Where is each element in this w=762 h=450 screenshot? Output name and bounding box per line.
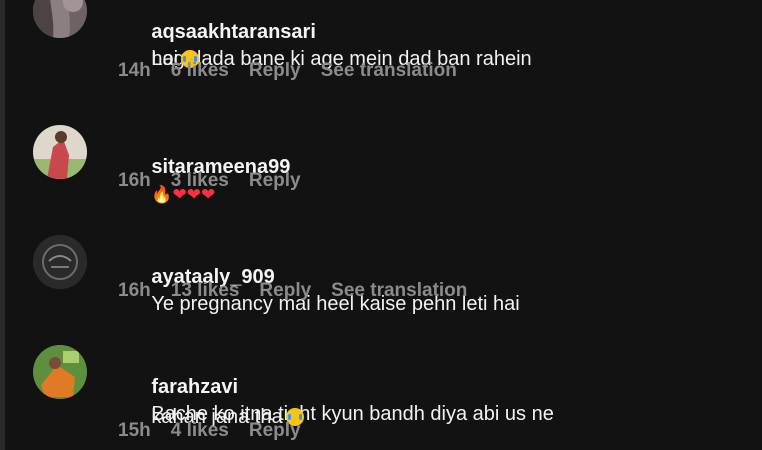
avatar[interactable] bbox=[33, 0, 87, 38]
timestamp: 15h bbox=[118, 420, 151, 441]
likes-count[interactable]: 3 likes bbox=[171, 170, 229, 192]
avatar[interactable] bbox=[33, 125, 87, 179]
timestamp: 14h bbox=[118, 60, 151, 81]
timestamp: 16h bbox=[118, 170, 151, 191]
likes-count[interactable]: 4 likes bbox=[171, 420, 229, 442]
see-translation-button[interactable]: See translation bbox=[321, 60, 457, 82]
reply-button[interactable]: Reply bbox=[259, 280, 311, 302]
see-translation-button[interactable]: See translation bbox=[331, 280, 467, 302]
avatar[interactable] bbox=[33, 345, 87, 399]
left-edge-bar bbox=[0, 0, 5, 450]
avatar-image-icon bbox=[33, 0, 87, 38]
reply-button[interactable]: Reply bbox=[249, 170, 301, 192]
likes-count[interactable]: 6 likes bbox=[171, 60, 229, 82]
comment-meta: 16h 3 likes Reply bbox=[118, 169, 301, 193]
timestamp: 16h bbox=[118, 280, 151, 301]
avatar-image-icon bbox=[33, 235, 87, 289]
comment-meta: 15h 4 likes Reply bbox=[118, 419, 301, 443]
reply-button[interactable]: Reply bbox=[249, 60, 301, 82]
comments-panel: aqsaakhtaransari Log dada bane ki age me… bbox=[0, 0, 762, 450]
avatar-image-icon bbox=[33, 345, 87, 399]
likes-count[interactable]: 13 likes bbox=[171, 280, 240, 302]
avatar[interactable] bbox=[33, 235, 87, 289]
avatar-image-icon bbox=[33, 125, 87, 179]
reply-button[interactable]: Reply bbox=[249, 420, 301, 442]
comment-meta: 16h 13 likes Reply See translation bbox=[118, 279, 467, 303]
comment-meta: 14h 6 likes Reply See translation bbox=[118, 59, 457, 83]
